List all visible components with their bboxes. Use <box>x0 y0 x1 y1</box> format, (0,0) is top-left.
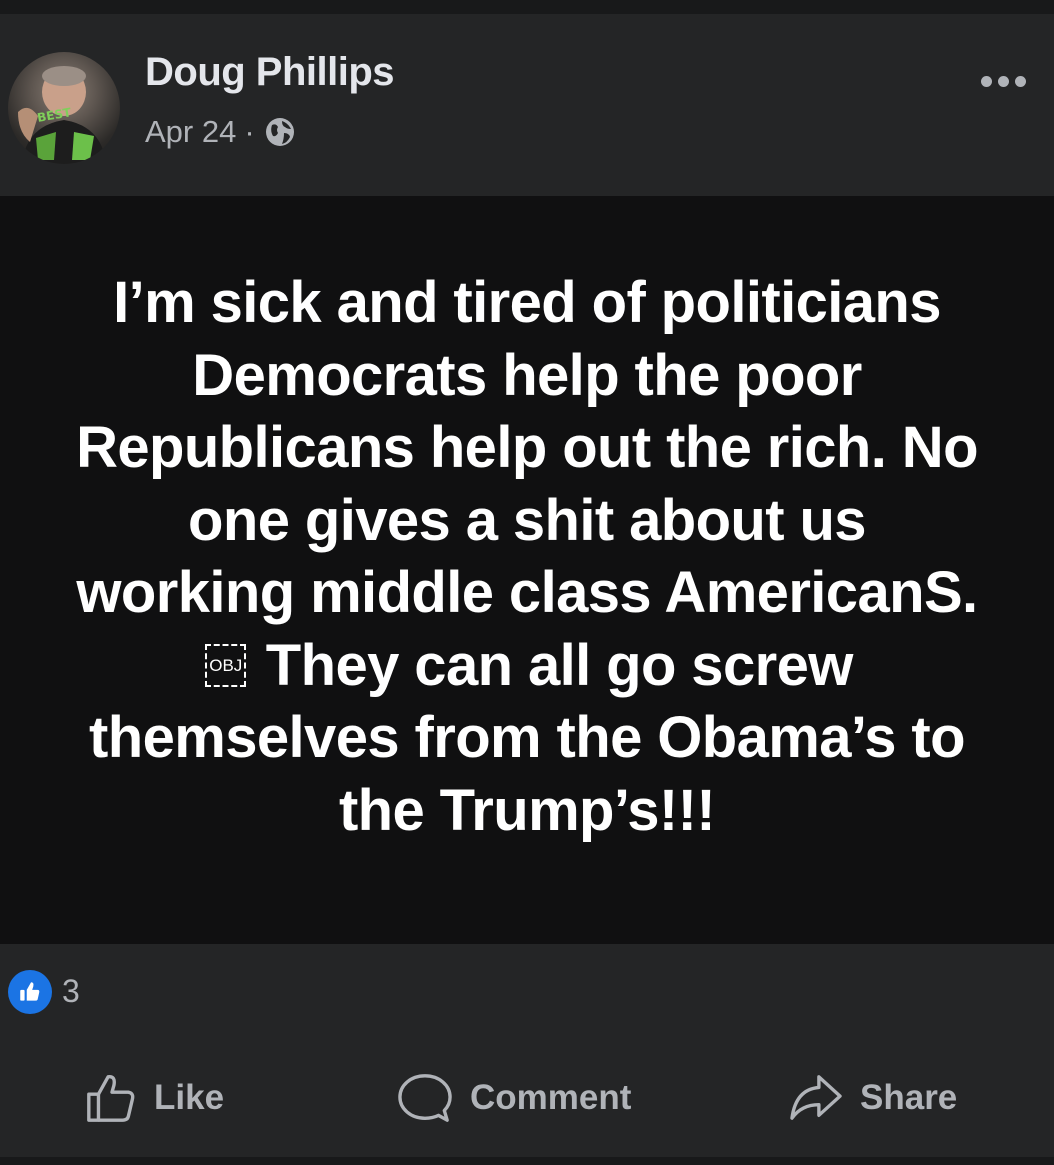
top-divider <box>0 0 1054 14</box>
like-button[interactable]: Like <box>84 1039 224 1157</box>
avatar-photo: BEST <box>18 66 106 164</box>
globe-icon <box>263 115 297 149</box>
avatar[interactable]: BEST <box>8 52 120 164</box>
more-dot <box>998 76 1009 87</box>
object-replacement-glyph: OBJ <box>205 643 247 687</box>
action-bar: Like Comment Share <box>0 1039 1054 1157</box>
author-name[interactable]: Doug Phillips <box>145 50 395 95</box>
post-meta: Apr 24 · <box>145 114 297 150</box>
post-body: I’m sick and tired of politicians Democr… <box>0 196 1054 944</box>
post-text-main: I’m sick and tired of politicians Democr… <box>76 270 978 625</box>
comment-icon <box>398 1074 452 1122</box>
more-options-icon[interactable] <box>981 76 1026 87</box>
post-text: I’m sick and tired of politicians Democr… <box>57 267 997 847</box>
post-date[interactable]: Apr 24 <box>145 114 236 150</box>
bottom-divider <box>0 1157 1054 1165</box>
thumbs-up-icon <box>87 1075 135 1122</box>
reaction-count: 3 <box>62 973 80 1009</box>
post-card: BEST Doug Phillips Apr 24 · I’m sick and… <box>0 0 1054 1165</box>
share-icon <box>790 1075 842 1120</box>
more-dot <box>1015 76 1026 87</box>
post-header: BEST Doug Phillips Apr 24 · <box>0 14 1054 196</box>
share-label: Share <box>860 1078 958 1117</box>
more-dot <box>981 76 992 87</box>
reactions-bar[interactable]: 3 <box>0 944 1054 1039</box>
meta-separator: · <box>244 114 255 149</box>
like-icon <box>8 969 52 1014</box>
share-button[interactable]: Share <box>788 1039 957 1157</box>
comment-label: Comment <box>470 1078 632 1117</box>
comment-button[interactable]: Comment <box>396 1039 631 1157</box>
like-label: Like <box>154 1078 225 1117</box>
